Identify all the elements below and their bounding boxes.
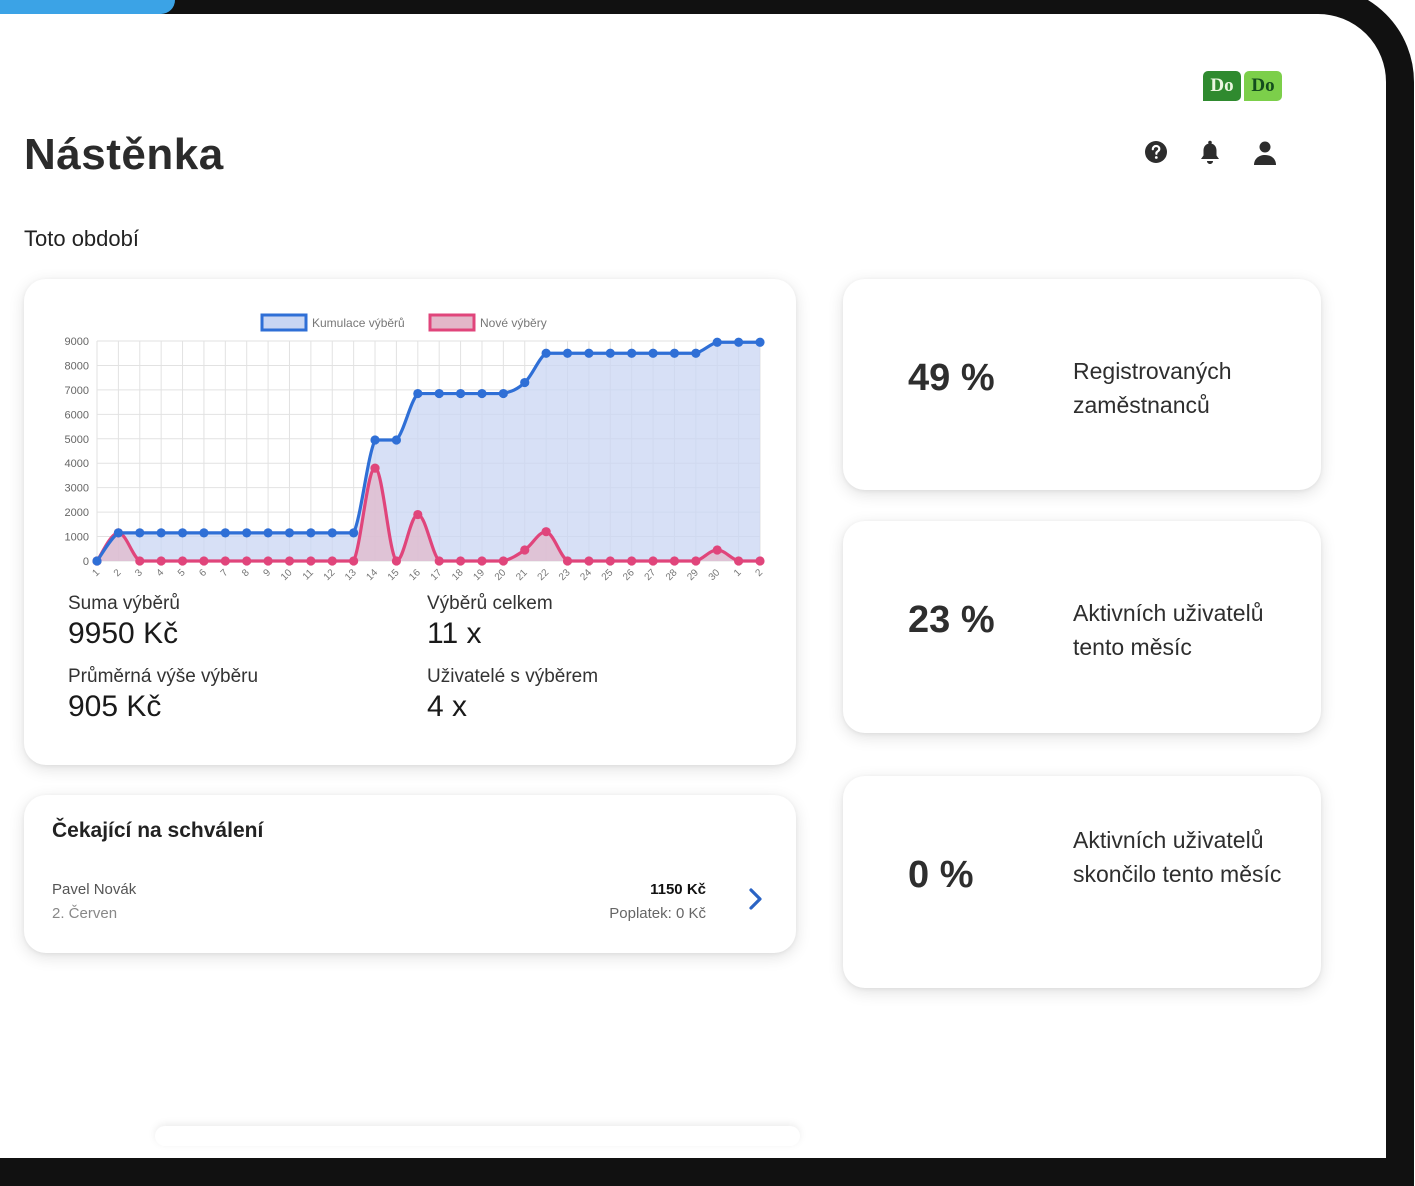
frame-accent: [0, 0, 175, 14]
device-frame: [0, 0, 1414, 1186]
